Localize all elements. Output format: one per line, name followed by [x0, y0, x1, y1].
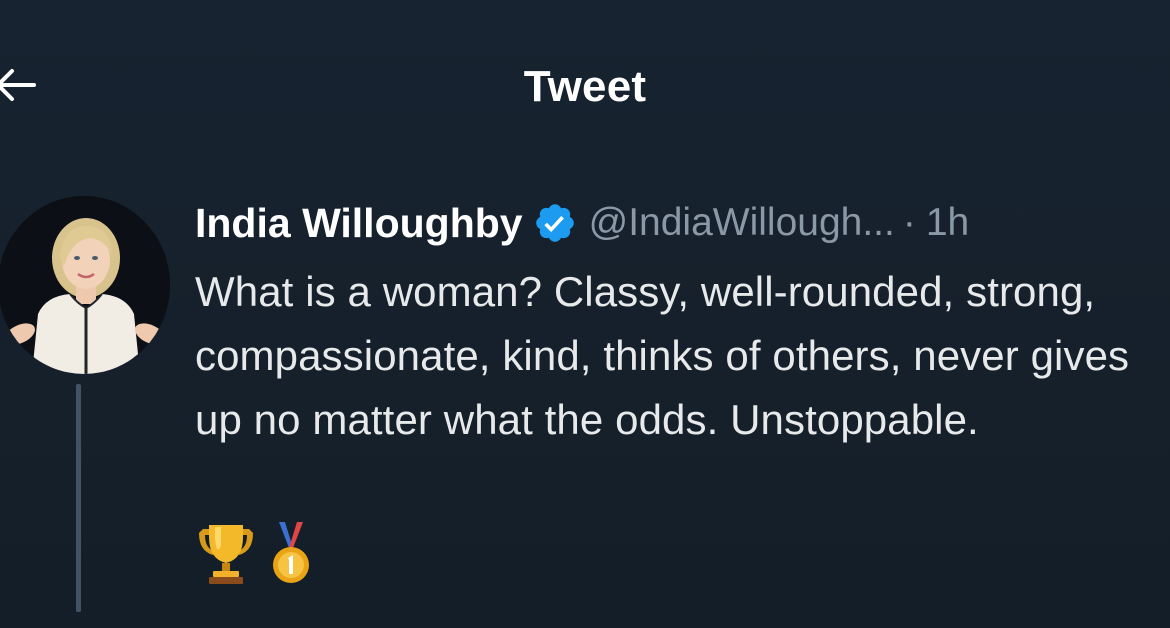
author-handle[interactable]: @IndiaWillough... [589, 201, 895, 245]
tweet-header: India Willoughby @IndiaWillough... · 1h [195, 196, 969, 250]
first-place-medal-icon [271, 520, 311, 586]
tweet-screen: Tweet India Willoughby @IndiaWillough...… [0, 0, 1170, 628]
avatar[interactable] [0, 196, 170, 374]
trophy-icon [195, 521, 257, 585]
thread-line [76, 384, 81, 612]
tweet-timestamp[interactable]: 1h [926, 201, 969, 245]
emoji-row [195, 518, 311, 588]
tweet-text: What is a woman? Classy, well-rounded, s… [195, 268, 1130, 443]
page-title: Tweet [523, 62, 647, 111]
verified-badge-icon [533, 201, 577, 245]
separator-dot: · [902, 201, 916, 244]
author-display-name[interactable]: India Willoughby [195, 200, 523, 247]
